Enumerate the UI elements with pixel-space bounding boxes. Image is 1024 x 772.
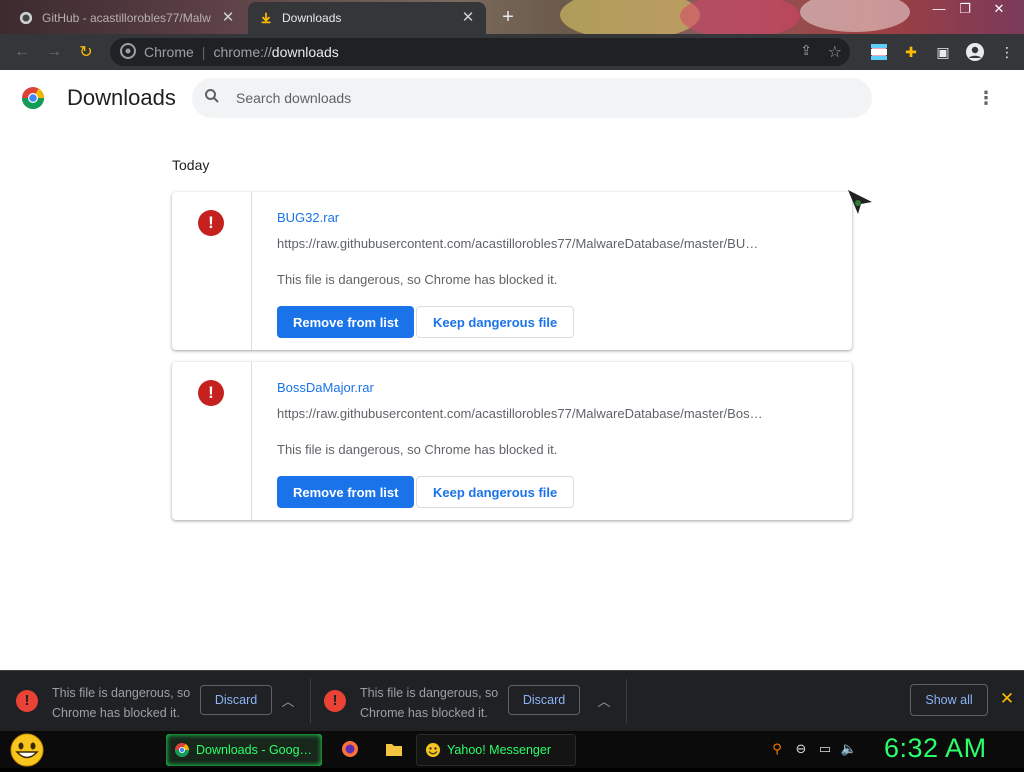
taskbar-item-yahoo-messenger[interactable]: Yahoo! Messenger [416, 734, 576, 766]
yahoo-messenger-icon [425, 742, 441, 758]
taskbar-item-chrome[interactable]: Downloads - Google… [166, 734, 322, 766]
share-icon[interactable]: ⇪ [800, 42, 812, 59]
exclamation-circle-icon: ! [324, 690, 346, 712]
discard-button[interactable]: Discard [508, 685, 580, 715]
page-title: Downloads [67, 85, 176, 110]
mouse-cursor-icon [846, 188, 874, 216]
download-shelf: ! This file is dangerous, so Chrome has … [0, 670, 1024, 730]
date-label: Today [172, 157, 210, 173]
exclamation-circle-icon: ! [16, 690, 38, 712]
network-icon[interactable]: ▭ [816, 740, 834, 758]
close-tab-icon[interactable]: ✕ [220, 10, 236, 26]
tab-downloads[interactable]: Downloads ✕ [248, 2, 486, 34]
downloads-page: Downloads ⋮ Today ! BUG32.rar https://ra… [0, 70, 1024, 670]
tab-github[interactable]: GitHub - acastillorobles77/Malw ✕ [8, 2, 246, 34]
kebab-menu-icon[interactable]: ⋮ [974, 86, 998, 110]
extensions-icon[interactable]: ✚ [900, 41, 922, 63]
keep-dangerous-file-button[interactable]: Keep dangerous file [416, 476, 575, 508]
file-url: https://raw.githubusercontent.com/acasti… [277, 236, 759, 251]
danger-description: This file is dangerous, so Chrome has bl… [277, 442, 558, 457]
scheme-label: Chrome [144, 44, 194, 60]
download-card: ! BUG32.rar https://raw.githubuserconten… [172, 192, 852, 350]
download-card: ! BossDaMajor.rar https://raw.githubuser… [172, 362, 852, 520]
file-name-link[interactable]: BossDaMajor.rar [277, 380, 374, 395]
divider [626, 679, 627, 723]
wallpaper-splash [800, 0, 910, 32]
exclamation-circle-icon: ! [198, 380, 224, 406]
tab-title: Downloads [282, 11, 342, 25]
download-icon [258, 10, 274, 26]
browser-toolbar: ← → ↻ Chrome | chrome://downloads ⇪ ☆ ✚ … [0, 34, 1024, 70]
chrome-logo-icon [21, 86, 45, 110]
reload-icon[interactable]: ↻ [70, 38, 102, 66]
volume-icon[interactable]: 🔈 [840, 740, 858, 758]
taskbar-label: Yahoo! Messenger [447, 743, 551, 757]
menu-icon[interactable]: ⋮ [996, 41, 1018, 63]
danger-description: This file is dangerous, so Chrome has bl… [277, 272, 558, 287]
bookmark-star-icon[interactable]: ☆ [828, 42, 842, 62]
address-bar[interactable]: Chrome | chrome://downloads ⇪ ☆ [110, 38, 850, 66]
close-window-icon[interactable]: ✕ [984, 0, 1014, 20]
search-input[interactable] [236, 90, 836, 106]
file-url: https://raw.githubusercontent.com/acasti… [277, 406, 763, 421]
file-name-link[interactable]: BUG32.rar [277, 210, 339, 225]
wallpaper-splash [560, 0, 700, 34]
firefox-icon[interactable] [340, 739, 360, 759]
page-header: Downloads ⋮ [0, 70, 1024, 128]
tab-title: GitHub - acastillorobles77/Malw [42, 11, 211, 25]
remove-from-list-button[interactable]: Remove from list [277, 476, 415, 508]
search-box[interactable] [192, 78, 872, 118]
keep-dangerous-file-button[interactable]: Keep dangerous file [416, 306, 575, 338]
separator: | [201, 44, 206, 60]
exclamation-circle-icon: ! [198, 210, 224, 236]
close-tab-icon[interactable]: ✕ [460, 10, 476, 26]
icon-column: ! [172, 192, 252, 350]
chrome-icon [120, 42, 136, 62]
forward-icon[interactable]: → [38, 38, 70, 66]
clock[interactable]: 6:32 AM [884, 733, 987, 764]
url-prefix: chrome:// [213, 44, 272, 60]
url-host: downloads [271, 44, 339, 60]
search-tray-icon[interactable]: ⚲ [768, 740, 786, 758]
chevron-up-icon[interactable]: ︿ [280, 691, 296, 709]
show-all-button[interactable]: Show all [910, 684, 988, 716]
start-smiley-icon[interactable] [8, 733, 46, 767]
back-icon[interactable]: ← [6, 38, 38, 66]
side-panel-icon[interactable]: ▣ [932, 41, 954, 63]
github-icon [18, 10, 34, 26]
taskbar-label: Downloads - Google… [196, 743, 314, 757]
close-shelf-icon[interactable]: ✕ [997, 689, 1017, 709]
icon-column: ! [172, 362, 252, 520]
remove-from-list-button[interactable]: Remove from list [277, 306, 415, 338]
search-icon [204, 88, 224, 108]
minus-circle-icon[interactable]: ⊖ [792, 740, 810, 758]
tab-strip: GitHub - acastillorobles77/Malw ✕ Downlo… [0, 0, 1024, 34]
toolbar-actions: ✚ ▣ ⋮ [868, 38, 1018, 66]
profile-flag-icon[interactable] [868, 41, 890, 63]
new-tab-button[interactable]: + [496, 6, 520, 30]
restore-icon[interactable]: ❐ [950, 0, 980, 20]
shelf-message: This file is dangerous, so Chrome has bl… [360, 686, 499, 720]
discard-button[interactable]: Discard [200, 685, 272, 715]
chevron-up-icon[interactable]: ︿ [596, 691, 612, 709]
account-icon[interactable] [964, 41, 986, 63]
folder-icon[interactable] [384, 739, 404, 759]
shelf-item: ! This file is dangerous, so Chrome has … [0, 679, 312, 723]
wallpaper-splash [680, 0, 800, 34]
taskbar: Downloads - Google… Yahoo! Messenger ⚲ ⊖… [0, 730, 1024, 768]
shelf-message: This file is dangerous, so Chrome has bl… [52, 686, 191, 720]
chrome-icon [174, 742, 190, 758]
shelf-item: ! This file is dangerous, so Chrome has … [308, 679, 628, 723]
